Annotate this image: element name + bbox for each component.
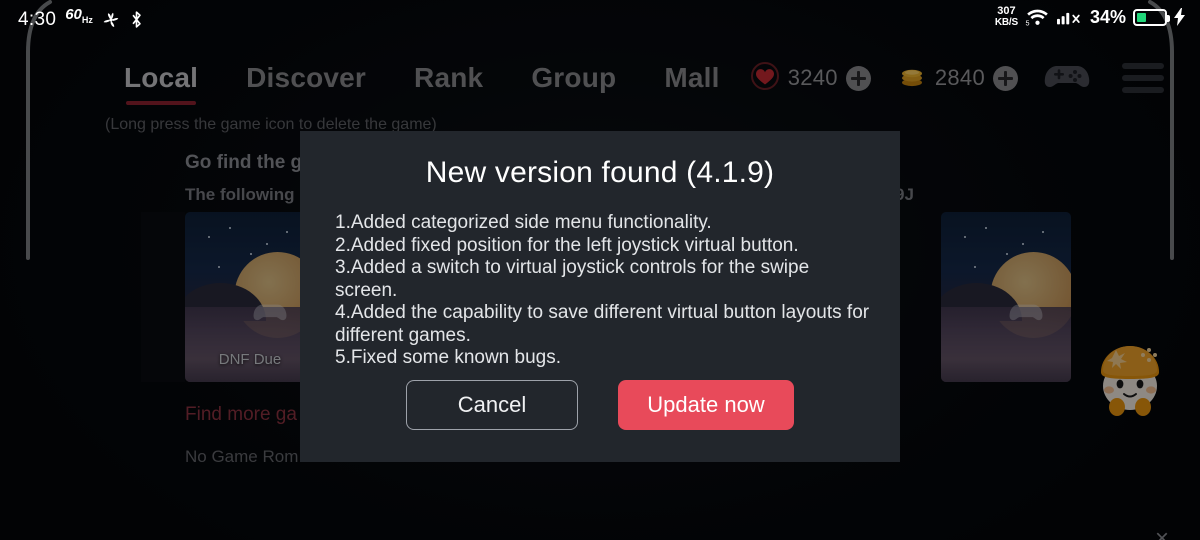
changelog-item-1: 1.Added categorized side menu functional… [335,212,712,233]
changelog-item-3: 3.Added a switch to virtual joystick con… [335,257,810,301]
app-screen: 4:30 60Hz 307 KB/S 5 34% Local Discover … [0,0,1200,540]
status-bar: 4:30 60Hz 307 KB/S 5 34% [0,0,1200,34]
status-bar-right: 307 KB/S 5 34% [995,6,1186,28]
battery-icon [1133,8,1170,26]
refresh-rate-indicator: 60Hz [65,5,93,25]
battery-percent: 34% [1089,7,1126,27]
signal-no-service-icon [1056,8,1083,26]
changelog-item-4: 4.Added the capability to save different… [335,302,870,346]
status-time: 4:30 [18,8,57,30]
update-dialog: New version found (4.1.9) 1.Added catego… [300,131,900,462]
dialog-title: New version found (4.1.9) [425,156,775,189]
svg-text:5: 5 [1025,19,1029,27]
wifi-5g-icon: 5 [1025,7,1050,27]
fan-icon [102,11,120,29]
bluetooth-icon [129,10,144,29]
update-now-button[interactable]: Update now [618,380,794,430]
changelog-item-2: 2.Added fixed position for the left joys… [335,234,799,256]
status-bar-left: 4:30 60Hz [18,6,144,29]
network-speed: 307 KB/S [994,5,1018,29]
changelog-item-5: 5.Fixed some known bugs. [335,347,562,368]
dialog-actions: Cancel Update now [300,380,900,430]
cancel-button[interactable]: Cancel [406,380,578,430]
charging-bolt-icon [1174,8,1186,26]
dialog-changelog: 1.Added categorized side menu functional… [335,212,875,370]
